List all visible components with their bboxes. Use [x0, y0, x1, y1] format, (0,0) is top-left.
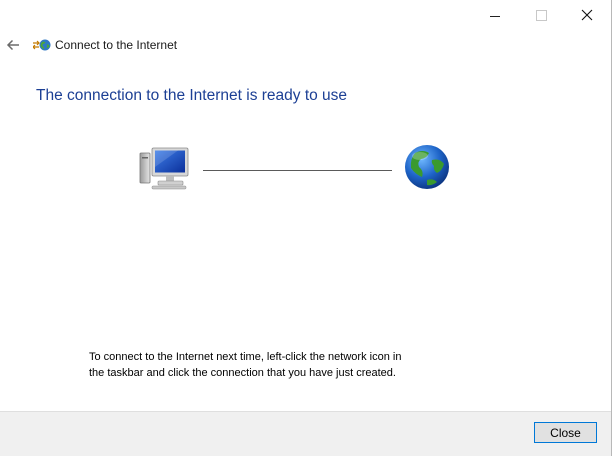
close-window-button[interactable]	[564, 0, 610, 30]
minimize-icon	[490, 15, 500, 17]
connection-line	[203, 170, 392, 171]
instructions-text: To connect to the Internet next time, le…	[89, 351, 402, 379]
maximize-icon	[535, 9, 547, 21]
maximize-button	[518, 0, 564, 30]
computer-icon	[139, 147, 189, 190]
dialog-footer: Close	[0, 411, 611, 456]
close-icon	[581, 9, 593, 21]
window-title: Connect to the Internet	[55, 38, 178, 52]
network-globe-icon	[33, 39, 51, 51]
close-button[interactable]: Close	[534, 422, 597, 443]
minimize-button[interactable]	[472, 0, 518, 30]
back-arrow-icon[interactable]	[4, 36, 22, 54]
dialog-window: Connect to the Internet The connection t…	[0, 0, 612, 456]
title-bar	[0, 0, 611, 30]
page-heading: The connection to the Internet is ready …	[36, 87, 348, 104]
globe-icon	[405, 145, 449, 189]
